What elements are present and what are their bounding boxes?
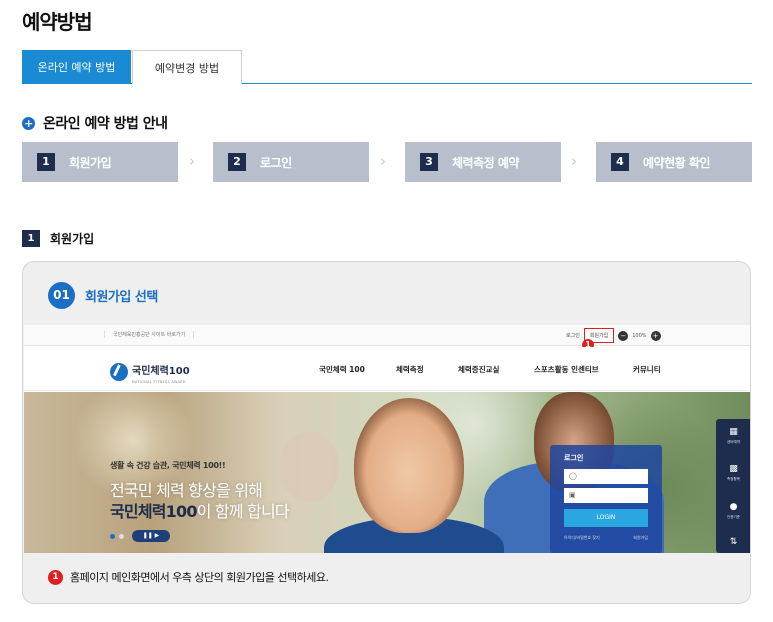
hero-photo-figure (279, 432, 339, 502)
rail-label: 측정항목 (727, 477, 740, 481)
find-account-link: 아이디/비밀번호 찾기 (564, 535, 600, 540)
zoom-in-icon: + (650, 330, 661, 341)
signup-link: 회원가입 (633, 535, 648, 540)
user-icon: ◯ (564, 469, 648, 484)
plus-circle-icon: + (22, 116, 35, 130)
carousel-dot (119, 533, 124, 539)
settings-icon: ⇅ (729, 537, 738, 547)
step-item: 4 예약현황 확인 (596, 142, 752, 182)
step-item: 2 로그인 (213, 142, 369, 182)
card-number: 01 (48, 282, 75, 309)
guide-title: 온라인 예약 방법 안내 (43, 116, 168, 132)
guide-heading: + 온라인 예약 방법 안내 (22, 113, 168, 133)
step-label: 예약현황 확인 (643, 155, 710, 170)
rail-item: ⇅ (716, 537, 750, 547)
util-login-link: 로그인 (566, 333, 580, 339)
card-heading: 01 회원가입 선택 (48, 282, 158, 309)
page-title: 예약방법 (22, 10, 93, 34)
quick-menu-rail: ▦ 센터예약 ▩ 측정항목 ● 인증기준 ⇅ (716, 419, 750, 553)
carousel-dot (110, 533, 115, 539)
utility-links: 로그인 회원가입 − 100% + (566, 328, 661, 343)
logo-text: 국민체력100 (132, 366, 190, 377)
hero-headline-line2: 국민체력100이 함께 합니다 (110, 498, 290, 522)
login-button: LOGIN (564, 509, 648, 527)
family-site-link: 국민체육진흥공단 사이트 바로가기 (104, 331, 195, 338)
homepage-screenshot: 국민체육진흥공단 사이트 바로가기 로그인 회원가입 − 100% + 1 국민… (24, 325, 750, 553)
site-nav: 국민체력100 NATIONAL FITNESS AWARD 국민체력 100 … (24, 347, 750, 391)
nav-item: 체력증진교실 (458, 365, 500, 374)
step-list: 1 회원가입 › 2 로그인 › 3 체력측정 예약 › 4 예약현황 확인 (22, 142, 752, 182)
carousel-controls: ❚❚ ▶ (110, 530, 170, 542)
caption-text: 홈페이지 메인화면에서 우측 상단의 회원가입을 선택하세요. (70, 571, 329, 584)
hero-subtitle: 생활 속 건강 습관, 국민체력 100!! (110, 461, 226, 470)
section-title: 회원가입 (50, 232, 95, 246)
utility-bar: 국민체육진흥공단 사이트 바로가기 로그인 회원가입 − 100% + 1 (24, 325, 750, 351)
zoom-out-icon: − (618, 330, 629, 341)
instruction-card: 01 회원가입 선택 국민체육진흥공단 사이트 바로가기 로그인 회원가입 − … (22, 261, 751, 604)
nav-item: 스포츠활동 인센티브 (534, 365, 599, 374)
rail-item: ▦ 센터예약 (716, 427, 750, 445)
section-heading: 1 회원가입 (22, 230, 94, 247)
rail-item: ● 인증기준 (716, 502, 750, 520)
card-caption: 1 홈페이지 메인화면에서 우측 상단의 회원가입을 선택하세요. (48, 569, 329, 585)
lock-icon: ▣ (564, 488, 648, 503)
hero-brand: 국민체력100 (110, 502, 197, 521)
step-number: 1 (37, 153, 55, 171)
card-title: 회원가입 선택 (85, 290, 158, 305)
step-label: 회원가입 (69, 155, 112, 170)
logo-runner-icon (110, 362, 128, 381)
chevron-right-icon: › (189, 152, 195, 170)
section-number: 1 (22, 230, 40, 247)
login-title: 로그인 (564, 454, 584, 462)
tab-online-reservation[interactable]: 온라인 예약 방법 (22, 50, 131, 84)
step-number: 2 (228, 153, 246, 171)
step-item: 1 회원가입 (22, 142, 178, 182)
step-label: 체력측정 예약 (452, 155, 519, 170)
chevron-right-icon: › (571, 152, 577, 170)
hero-banner: 생활 속 건강 습관, 국민체력 100!! 전국민 체력 향상을 위해 국민체… (24, 392, 750, 553)
site-logo: 국민체력100 NATIONAL FITNESS AWARD (110, 359, 190, 384)
zoom-level: 100% (632, 332, 647, 339)
carousel-pause-icon: ❚❚ ▶ (132, 530, 170, 542)
logo-subtext: NATIONAL FITNESS AWARD (132, 380, 186, 384)
clipboard-icon: ▩ (729, 464, 738, 474)
step-number: 3 (420, 153, 438, 171)
step-label: 로그인 (260, 155, 292, 170)
hero-headline-rest: 이 함께 합니다 (196, 502, 290, 521)
rail-item: ▩ 측정항목 (716, 464, 750, 482)
nav-item: 국민체력 100 (319, 365, 365, 374)
chevron-right-icon: › (380, 152, 386, 170)
rail-label: 인증기준 (727, 515, 740, 519)
tab-bar: 온라인 예약 방법 예약변경 방법 (22, 50, 752, 84)
hero-photo-figure (354, 398, 464, 533)
login-panel: 로그인 ◯ ▣ LOGIN 아이디/비밀번호 찾기 회원가입 (550, 445, 662, 553)
nav-item: 체력측정 (396, 365, 424, 374)
medal-icon: ● (729, 502, 738, 512)
login-links: 아이디/비밀번호 찾기 회원가입 (564, 535, 648, 541)
nav-item: 커뮤니티 (633, 365, 661, 374)
tab-reservation-change[interactable]: 예약변경 방법 (132, 50, 242, 84)
logo-wordmark: 국민체력100 NATIONAL FITNESS AWARD (132, 359, 190, 385)
step-number: 4 (611, 153, 629, 171)
rail-label: 센터예약 (727, 440, 740, 444)
calendar-icon: ▦ (729, 427, 738, 437)
caption-marker: 1 (48, 569, 63, 585)
step-item: 3 체력측정 예약 (405, 142, 561, 182)
